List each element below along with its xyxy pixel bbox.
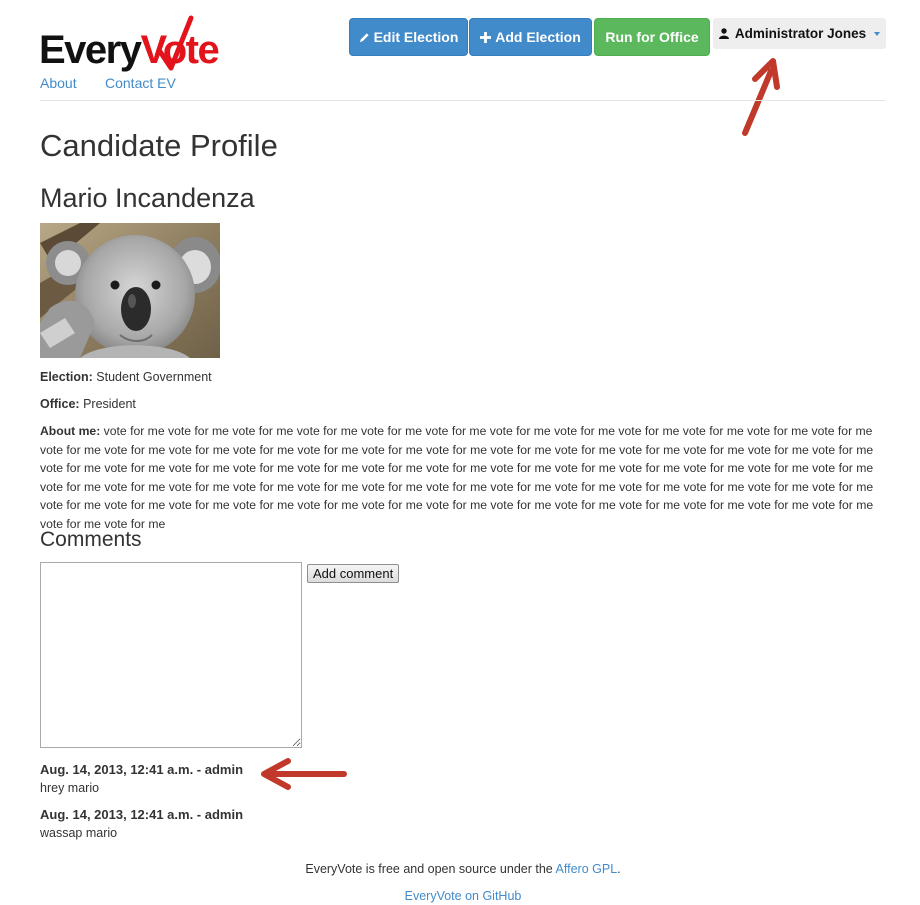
office-label: Office: <box>40 397 80 411</box>
comment-text: hrey mario <box>40 781 100 795</box>
everyvote-logo[interactable]: EveryVote <box>39 14 224 76</box>
page-title: Candidate Profile <box>40 128 278 163</box>
nav-contact-link[interactable]: Contact EV <box>105 75 176 91</box>
about-label: About me: <box>40 424 101 438</box>
office-value: President <box>83 397 136 411</box>
nav-about-link[interactable]: About <box>40 75 77 91</box>
github-link[interactable]: EveryVote on GitHub <box>405 889 522 903</box>
candidate-photo <box>40 223 220 358</box>
election-field: Election: Student Government <box>40 370 212 384</box>
annotation-arrow-left-icon <box>261 758 347 790</box>
user-icon <box>718 28 729 39</box>
election-label: Election: <box>40 370 93 384</box>
logo-every-text: Every <box>39 28 142 72</box>
add-election-button[interactable]: Add Election <box>469 18 592 56</box>
edit-election-label: Edit Election <box>373 29 459 45</box>
footer-license-suffix: . <box>617 862 621 876</box>
footer-github: EveryVote on GitHub <box>0 889 920 903</box>
plus-icon <box>480 31 492 43</box>
comments-heading: Comments <box>40 528 142 551</box>
footer-license-text: EveryVote is free and open source under … <box>305 862 556 876</box>
comment-text: wassap mario <box>40 826 118 840</box>
comment-meta: Aug. 14, 2013, 12:41 a.m. - admin <box>40 762 244 777</box>
comment-textarea[interactable] <box>40 562 302 748</box>
election-value: Student Government <box>96 370 212 384</box>
office-field: Office: President <box>40 397 136 411</box>
footer-license: EveryVote is free and open source under … <box>0 862 920 876</box>
comment-meta: Aug. 14, 2013, 12:41 a.m. - admin <box>40 807 244 822</box>
run-for-office-label: Run for Office <box>605 29 699 45</box>
chevron-down-icon <box>874 31 881 36</box>
user-menu-label: Administrator Jones <box>734 26 867 41</box>
header-divider <box>40 100 886 101</box>
annotation-arrow-up-icon <box>742 58 780 136</box>
run-for-office-button[interactable]: Run for Office <box>594 18 710 56</box>
candidate-name: Mario Incandenza <box>40 183 255 213</box>
about-value: vote for me vote for me vote for me vote… <box>40 424 874 531</box>
pencil-icon <box>359 32 369 42</box>
user-menu-dropdown[interactable]: Administrator Jones <box>713 18 886 49</box>
add-election-label: Add Election <box>495 29 581 45</box>
add-comment-button[interactable]: Add comment <box>307 564 400 583</box>
affero-gpl-link[interactable]: Affero GPL <box>556 862 618 876</box>
edit-election-button[interactable]: Edit Election <box>349 18 468 56</box>
about-me-field: About me: vote for me vote for me vote f… <box>40 422 890 533</box>
logo-checkmark-icon <box>156 15 194 71</box>
